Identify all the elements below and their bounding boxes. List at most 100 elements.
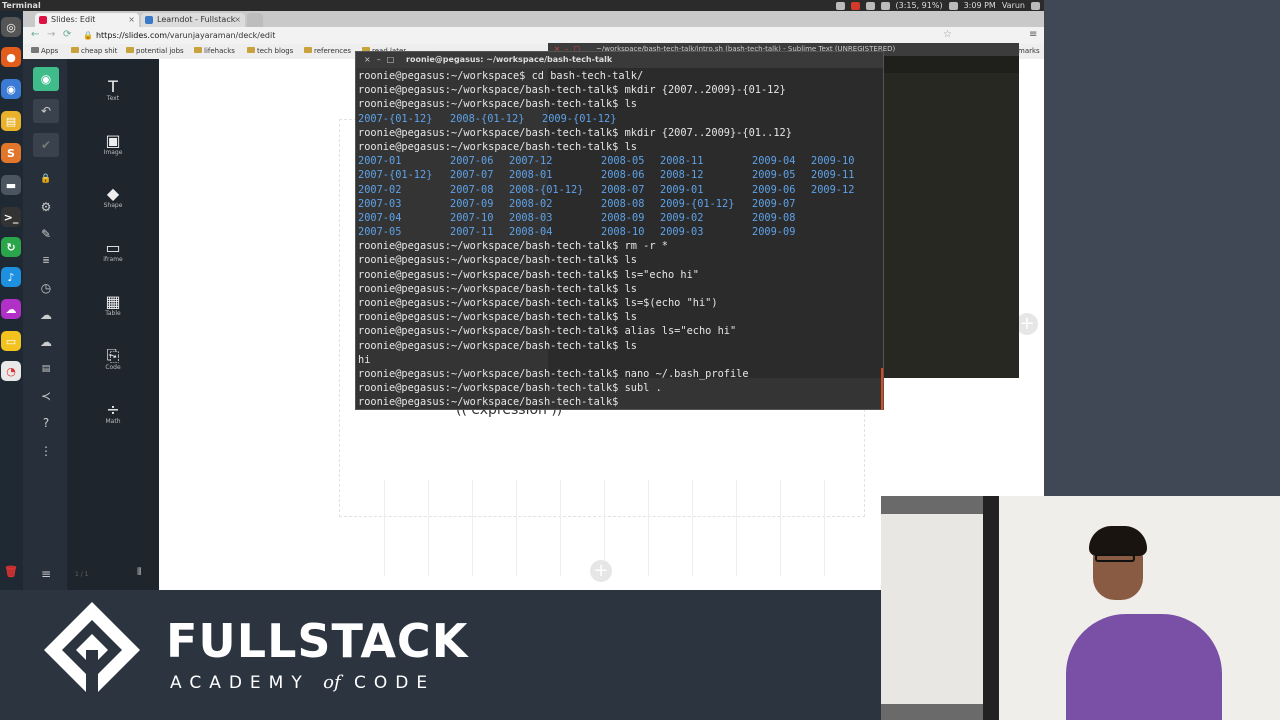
directory-entry: 2008-12: [660, 169, 704, 182]
volume-icon[interactable]: [948, 2, 958, 10]
power-icon[interactable]: [1031, 2, 1040, 10]
forward-icon[interactable]: →: [47, 29, 55, 40]
bookmark-folder[interactable]: references: [304, 44, 351, 59]
shell-prompt: roonie@pegasus:~/workspace/bash-tech-tal…: [358, 339, 625, 352]
back-icon[interactable]: ←: [31, 29, 39, 40]
disks-icon[interactable]: ▬: [1, 175, 21, 195]
slide-grid-icon[interactable]: ⦀: [137, 567, 141, 578]
history-clock-icon[interactable]: ◷: [33, 276, 59, 300]
help-icon[interactable]: ?: [33, 411, 59, 435]
cloud-icon[interactable]: ☁: [1, 299, 21, 319]
bookmark-folder[interactable]: lifehacks: [194, 44, 235, 59]
hamburger-menu-icon[interactable]: ≡: [33, 562, 59, 586]
bookmark-apps[interactable]: Apps: [31, 44, 58, 59]
close-tab-icon[interactable]: ×: [128, 13, 135, 27]
shell-command: ls: [624, 311, 637, 324]
cloud-export-icon[interactable]: ☁: [33, 330, 59, 354]
slides-favicon-icon: [39, 16, 47, 24]
tab-learndot[interactable]: Learndot - Fullstack ×: [141, 13, 245, 27]
trash-icon[interactable]: 🗑: [1, 561, 21, 581]
code-tool[interactable]: ⎘ Code: [67, 346, 159, 371]
gmail-icon[interactable]: [850, 2, 860, 10]
new-tab-button[interactable]: [247, 13, 263, 27]
add-slide-below-icon[interactable]: +: [590, 560, 612, 582]
shell-prompt: roonie@pegasus:~/workspace/bash-tech-tal…: [358, 126, 625, 139]
dash-icon[interactable]: ◎: [1, 17, 21, 37]
directory-entry: 2009-07: [752, 197, 796, 210]
update-icon[interactable]: ↻: [1, 237, 21, 257]
terminal-line: roonie@pegasus:~/workspace$ cd bash-tech…: [358, 69, 880, 83]
bookmark-folder[interactable]: cheap shit: [71, 44, 117, 59]
bookmark-folder[interactable]: tech blogs: [247, 44, 293, 59]
pie-icon[interactable]: ◔: [1, 361, 21, 381]
print-icon[interactable]: ▤: [33, 357, 59, 381]
grid-line: [516, 480, 517, 576]
grid-line: [780, 480, 781, 576]
cloud-import-icon[interactable]: ☁: [33, 303, 59, 327]
iframe-tool[interactable]: ▭ iframe: [67, 238, 159, 263]
tab-slides-edit[interactable]: Slides: Edit ×: [35, 13, 139, 27]
user-name[interactable]: Varun: [1002, 0, 1025, 11]
terminal-line: roonie@pegasus:~/workspace/bash-tech-tal…: [358, 367, 880, 381]
text-tool[interactable]: T Text: [67, 77, 159, 102]
text-icon: T: [108, 77, 118, 96]
brush-icon[interactable]: ✎: [33, 222, 59, 246]
shell-prompt: roonie@pegasus:~/workspace/bash-tech-tal…: [358, 140, 625, 153]
terminal-line: 2007-05 2007-11 2008-04 2008-10 2009-03 2009-…: [358, 225, 880, 239]
terminal-title-bar[interactable]: ×–□ roonie@pegasus: ~/workspace/bash-tec…: [356, 52, 883, 68]
bookmark-star-icon[interactable]: ☆: [943, 29, 952, 40]
dropbox-icon[interactable]: [835, 2, 845, 10]
shell-prompt: roonie@pegasus:~/workspace/bash-tech-tal…: [358, 297, 625, 309]
address-bar[interactable]: 🔒 https://slides.com/varunjayaraman/deck/…: [83, 29, 963, 42]
lock-icon[interactable]: 🔒: [33, 167, 59, 191]
terminal-icon[interactable]: >_: [1, 207, 21, 227]
math-tool[interactable]: ÷ Math: [67, 400, 159, 425]
window-controls-icon[interactable]: ×–□: [364, 52, 400, 68]
notes-icon[interactable]: ▭: [1, 331, 21, 351]
chrome-icon[interactable]: ◉: [1, 79, 21, 99]
preview-eye-icon[interactable]: ◉: [33, 67, 59, 91]
shell-prompt: roonie@pegasus:~/workspace/bash-tech-tal…: [358, 84, 625, 97]
tool-label: Math: [105, 418, 121, 425]
os-top-bar: Terminal (3:15, 91%) 3:09 PM Varun: [0, 0, 1044, 11]
firefox-icon[interactable]: ●: [1, 47, 21, 67]
terminal-line: roonie@pegasus:~/workspace/bash-tech-tal…: [358, 140, 880, 154]
speaker-webcam: [881, 496, 1280, 720]
shell-prompt: roonie@pegasus:~/workspace$: [358, 70, 532, 82]
share-icon[interactable]: ≺: [33, 384, 59, 408]
slide-count: 1 / 1: [75, 571, 89, 578]
directory-entry: 2007-04: [358, 211, 402, 224]
layers-icon[interactable]: ≣: [33, 249, 59, 273]
other-bookmarks[interactable]: marks: [1018, 44, 1040, 59]
unity-launcher: ◎ ● ◉ ▤ S ▬ >_ ↻ ♪ ☁ ▭ ◔ 🗑: [0, 11, 23, 590]
image-tool[interactable]: ▣ Image: [67, 131, 159, 156]
directory-entry: 2008-{01-12}: [450, 112, 525, 125]
tool-label: Shape: [103, 202, 123, 209]
sublime-icon[interactable]: S: [1, 143, 21, 163]
undo-icon[interactable]: ↶: [33, 99, 59, 123]
save-check-icon[interactable]: ✔: [33, 133, 59, 157]
menu-icon[interactable]: ≡: [1029, 29, 1037, 40]
directory-entry: 2007-{01-12}: [358, 169, 433, 182]
terminal-line: roonie@pegasus:~/workspace/bash-tech-tal…: [358, 381, 880, 395]
add-slide-right-icon[interactable]: +: [1016, 313, 1038, 335]
grid-line: [472, 480, 473, 576]
clock[interactable]: 3:09 PM: [964, 0, 996, 11]
table-tool[interactable]: ▦ Table: [67, 292, 159, 317]
bookmark-folder[interactable]: potential jobs: [126, 44, 184, 59]
battery-status[interactable]: (3:15, 91%): [896, 0, 943, 11]
reload-icon[interactable]: ⟳: [63, 29, 71, 40]
terminal-scrollbar[interactable]: [881, 368, 883, 410]
more-options-icon[interactable]: ⋮: [33, 439, 59, 463]
files-icon[interactable]: ▤: [1, 111, 21, 131]
music-icon[interactable]: ♪: [1, 267, 21, 287]
shell-prompt: roonie@pegasus:~/workspace/bash-tech-tal…: [358, 98, 625, 111]
keyboard-icon[interactable]: [880, 2, 890, 10]
wifi-icon[interactable]: [865, 2, 875, 10]
directory-entry: 2007-12: [509, 155, 553, 168]
terminal-output[interactable]: roonie@pegasus:~/workspace$ cd bash-tech…: [358, 69, 880, 409]
shape-tool[interactable]: ◆ Shape: [67, 184, 159, 209]
terminal-line: hi: [358, 353, 880, 367]
settings-gear-icon[interactable]: ⚙: [33, 195, 59, 219]
close-tab-icon[interactable]: ×: [234, 13, 241, 27]
